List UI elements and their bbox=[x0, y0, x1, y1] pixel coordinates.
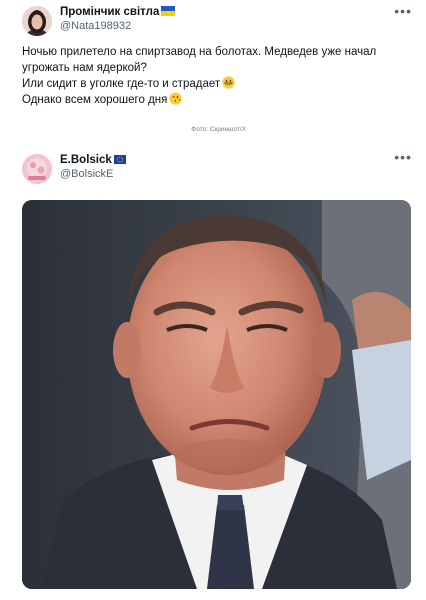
display-name[interactable]: Промінчик світла bbox=[60, 6, 176, 18]
user-handle[interactable]: @Nata198932 bbox=[60, 20, 131, 32]
photo-credit: Фото: Скриншот/X bbox=[191, 126, 246, 133]
more-options-icon[interactable]: ••• bbox=[394, 150, 412, 164]
tweet-line-2: угрожать нам ядеркой? bbox=[22, 62, 147, 74]
tweet-nata198932: Промінчик світла @Nata198932 ••• Ночью п… bbox=[0, 0, 426, 133]
avatar-woman-image bbox=[22, 6, 52, 36]
more-options-icon[interactable]: ••• bbox=[394, 4, 412, 18]
ukraine-flag-icon bbox=[161, 6, 176, 16]
avatar-pink-image bbox=[22, 154, 52, 184]
avatar[interactable] bbox=[22, 6, 52, 36]
display-name-text: Промінчик світла bbox=[60, 6, 160, 18]
winking-kiss-emoji-icon bbox=[169, 92, 183, 105]
tweet-text: Ночью прилетело на спиртзавод на болотах… bbox=[22, 44, 412, 108]
tweet-photo[interactable] bbox=[22, 200, 411, 589]
tweet-line-4-text: Однако всем хорошего дня bbox=[22, 94, 168, 106]
tweet-line-4: Однако всем хорошего дня bbox=[22, 92, 412, 108]
display-name-text: E.Bolsick bbox=[60, 154, 112, 166]
display-name[interactable]: E.Bolsick bbox=[60, 154, 126, 166]
blue-flag-icon bbox=[113, 155, 126, 164]
tweet-line-3: Или сидит в уголке где-то и страдает bbox=[22, 76, 412, 92]
avatar[interactable] bbox=[22, 154, 52, 184]
tweet-line-1: Ночью прилетело на спиртзавод на болотах… bbox=[22, 46, 377, 58]
user-handle[interactable]: @BolsickE bbox=[60, 168, 113, 180]
grinning-face-emoji-icon bbox=[222, 76, 235, 89]
tweet-line-3-text: Или сидит в уголке где-то и страдает bbox=[22, 78, 221, 90]
tweet-bolsicke: E.Bolsick @BolsickE ••• bbox=[0, 140, 426, 600]
frowning-man-photo-image bbox=[22, 200, 411, 589]
